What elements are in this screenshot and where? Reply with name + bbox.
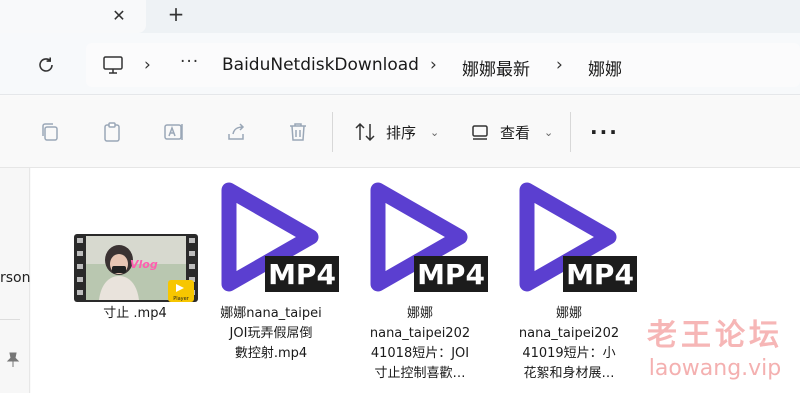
mp4-badge-text: MP4 — [268, 258, 336, 291]
pin-icon — [6, 352, 20, 367]
computer-icon — [103, 56, 123, 74]
rename-icon[interactable] — [162, 120, 186, 144]
chevron-right-icon: › — [144, 55, 151, 75]
mp4-play-icon: MP4 — [221, 182, 339, 292]
thumbnail-text: Vlog — [130, 258, 158, 271]
close-tab-button[interactable]: ✕ — [108, 4, 130, 26]
command-bar: 排序 ⌄ 查看 ⌄ ··· — [0, 96, 800, 168]
file-name: 娜娜 nana_taipei202 41018短片：JOI 寸止控制喜歡… — [369, 306, 471, 381]
new-tab-button[interactable]: + — [164, 2, 188, 26]
mp4-play-icon: MP4 — [370, 182, 488, 292]
paste-icon[interactable] — [100, 120, 124, 144]
file-name: 寸止 .mp4 — [103, 306, 167, 321]
plus-icon: + — [167, 2, 185, 26]
sort-label: 排序 — [386, 123, 417, 142]
sort-icon — [355, 122, 375, 142]
chevron-down-icon: ⌄ — [544, 125, 554, 139]
tab-strip: ✕ + — [0, 0, 800, 33]
chevron-right-icon: › — [556, 55, 563, 75]
navigation-bar: › ··· BaiduNetdiskDownload › 娜娜最新 › 娜娜 — [0, 33, 800, 95]
watermark-en: laowang.vip — [648, 356, 782, 381]
video-thumbnail: Vlog Player — [74, 234, 198, 302]
divider — [332, 112, 333, 152]
chevron-down-icon: ⌄ — [430, 125, 440, 139]
file-name: 娜娜 nana_taipei202 41019短片：小 花絮和身材展… — [518, 306, 620, 381]
mp4-play-icon: MP4 — [519, 182, 637, 292]
view-button[interactable]: 查看 ⌄ — [470, 118, 553, 146]
share-icon[interactable] — [225, 120, 249, 144]
breadcrumb-item-nana-latest[interactable]: 娜娜最新 — [462, 55, 530, 80]
player-badge-text: Player — [173, 296, 190, 302]
copy-icon[interactable] — [38, 120, 62, 144]
navpane-item-partial[interactable]: rson — [0, 270, 31, 286]
chevron-right-icon: › — [430, 55, 437, 75]
address-bar[interactable]: › ··· BaiduNetdiskDownload › 娜娜最新 › 娜娜 — [86, 43, 800, 87]
mp4-badge-text: MP4 — [566, 258, 634, 291]
view-label: 查看 — [500, 123, 531, 142]
watermark: 老王论坛 laowang.vip — [640, 310, 790, 381]
breadcrumb-item-baidunetdiskdownload[interactable]: BaiduNetdiskDownload — [222, 55, 419, 75]
delete-icon[interactable] — [286, 120, 310, 144]
refresh-icon — [39, 57, 53, 72]
divider — [0, 319, 20, 320]
active-tab[interactable]: ✕ — [0, 0, 146, 33]
close-icon: ✕ — [112, 5, 126, 25]
watermark-cn: 老王论坛 — [647, 318, 783, 353]
file-name: 娜娜nana_taipei JOI玩弄假屌倒 數控射.mp4 — [220, 306, 322, 361]
breadcrumb-overflow-button[interactable]: ··· — [180, 52, 199, 72]
mp4-badge-text: MP4 — [417, 258, 485, 291]
sort-button[interactable]: 排序 ⌄ — [354, 118, 439, 146]
view-icon — [472, 125, 488, 140]
divider — [570, 112, 571, 152]
breadcrumb-item-nana[interactable]: 娜娜 — [588, 55, 622, 80]
navigation-pane: rson — [0, 168, 31, 393]
refresh-button[interactable] — [34, 53, 58, 77]
more-options-button[interactable]: ··· — [590, 120, 619, 144]
